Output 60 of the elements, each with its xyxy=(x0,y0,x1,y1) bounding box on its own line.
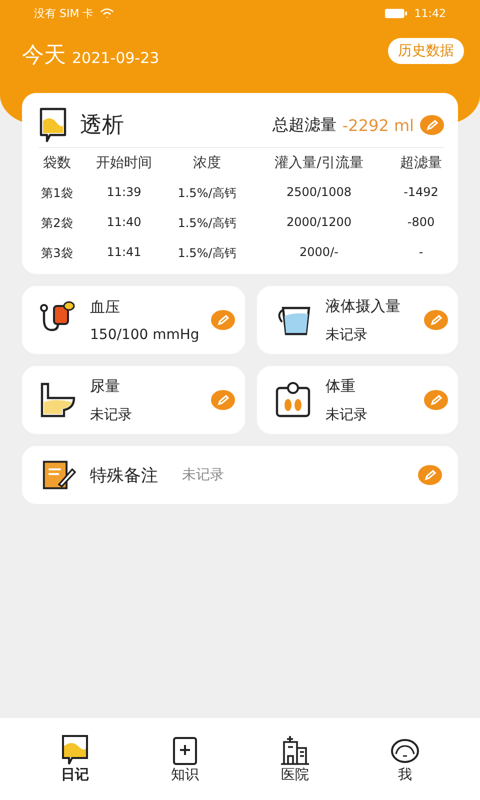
record-value: 150/100 mmHg xyxy=(90,326,200,342)
record-value: 未记录 xyxy=(325,406,368,424)
notepad-pencil-icon xyxy=(42,459,76,491)
edit-icon[interactable] xyxy=(211,310,236,330)
clock-text: 11:42 xyxy=(414,6,446,20)
record-card[interactable]: 液体摄入量 未记录 xyxy=(257,286,458,354)
diary-icon xyxy=(60,734,90,766)
record-label: 尿量 xyxy=(90,376,121,396)
record-card[interactable]: 尿量 未记录 xyxy=(22,366,246,434)
table-cell-text: -1492 xyxy=(402,184,440,201)
today-title: 今天 xyxy=(22,42,66,70)
nav-tab[interactable]: 知识 xyxy=(155,734,215,784)
table-cell-text: - xyxy=(418,244,424,261)
table-cell-text: 2000/- xyxy=(298,244,340,261)
edit-icon[interactable] xyxy=(420,115,444,135)
record-label: 血压 xyxy=(90,298,121,316)
table-cell-text: 11:39 xyxy=(106,184,142,201)
edit-icon[interactable] xyxy=(424,390,448,410)
record-value: 未记录 xyxy=(90,406,133,424)
note-value: 未记录 xyxy=(182,466,224,484)
table-cell-text: 第3袋 xyxy=(40,245,74,262)
record-card[interactable]: 血压 150/100 mmHg xyxy=(22,286,246,354)
edit-icon[interactable] xyxy=(418,465,442,485)
total-ultrafiltration-label: 总超滤量 xyxy=(272,114,336,136)
edit-icon[interactable] xyxy=(211,390,236,410)
nav-tab[interactable]: 日记 xyxy=(45,734,105,784)
table-cell-text: 2000/1200 xyxy=(285,214,353,231)
note-card[interactable]: 特殊备注 未记录 xyxy=(22,446,458,504)
note-label: 特殊备注 xyxy=(90,464,158,486)
table-cell-text: 第1袋 xyxy=(40,185,74,202)
hospital-icon xyxy=(280,734,310,766)
book-plus-icon xyxy=(170,734,200,766)
dialysis-title: 透析 xyxy=(80,112,124,140)
table-cell-text: 11:41 xyxy=(106,244,142,261)
date-text: 2021-09-23 xyxy=(72,49,160,67)
table-cell-text: 1.5%/高钙 xyxy=(176,245,238,262)
record-card[interactable]: 体重 未记录 xyxy=(257,366,458,434)
record-value: 未记录 xyxy=(325,326,368,344)
toilet-icon xyxy=(38,380,78,420)
record-label: 液体摄入量 xyxy=(325,296,402,316)
table-cell-text: 1.5%/高钙 xyxy=(176,185,238,202)
column-header: 浓度 xyxy=(192,154,222,173)
table-cell-text: 第2袋 xyxy=(40,215,74,232)
table-cell-text: 1.5%/高钙 xyxy=(176,215,238,232)
table-cell-text: -800 xyxy=(406,214,436,231)
record-label: 体重 xyxy=(325,376,356,396)
battery-icon xyxy=(384,8,408,18)
total-ultrafiltration-value: -2292 ml xyxy=(342,116,414,134)
diary-icon xyxy=(38,107,68,143)
carrier-text: 没有 SIM 卡 xyxy=(34,6,94,20)
nav-tab[interactable]: 我 xyxy=(375,734,435,784)
wifi-icon xyxy=(100,8,114,18)
edit-icon[interactable] xyxy=(424,310,448,330)
column-header: 超滤量 xyxy=(399,154,443,173)
column-header: 袋数 xyxy=(42,154,72,173)
table-cell-text: 2500/1008 xyxy=(285,184,353,201)
column-header: 灌入量/引流量 xyxy=(274,154,364,173)
column-header: 开始时间 xyxy=(95,154,153,173)
table-cell-text: 11:40 xyxy=(106,214,142,231)
nav-tab[interactable]: 医院 xyxy=(265,734,325,784)
